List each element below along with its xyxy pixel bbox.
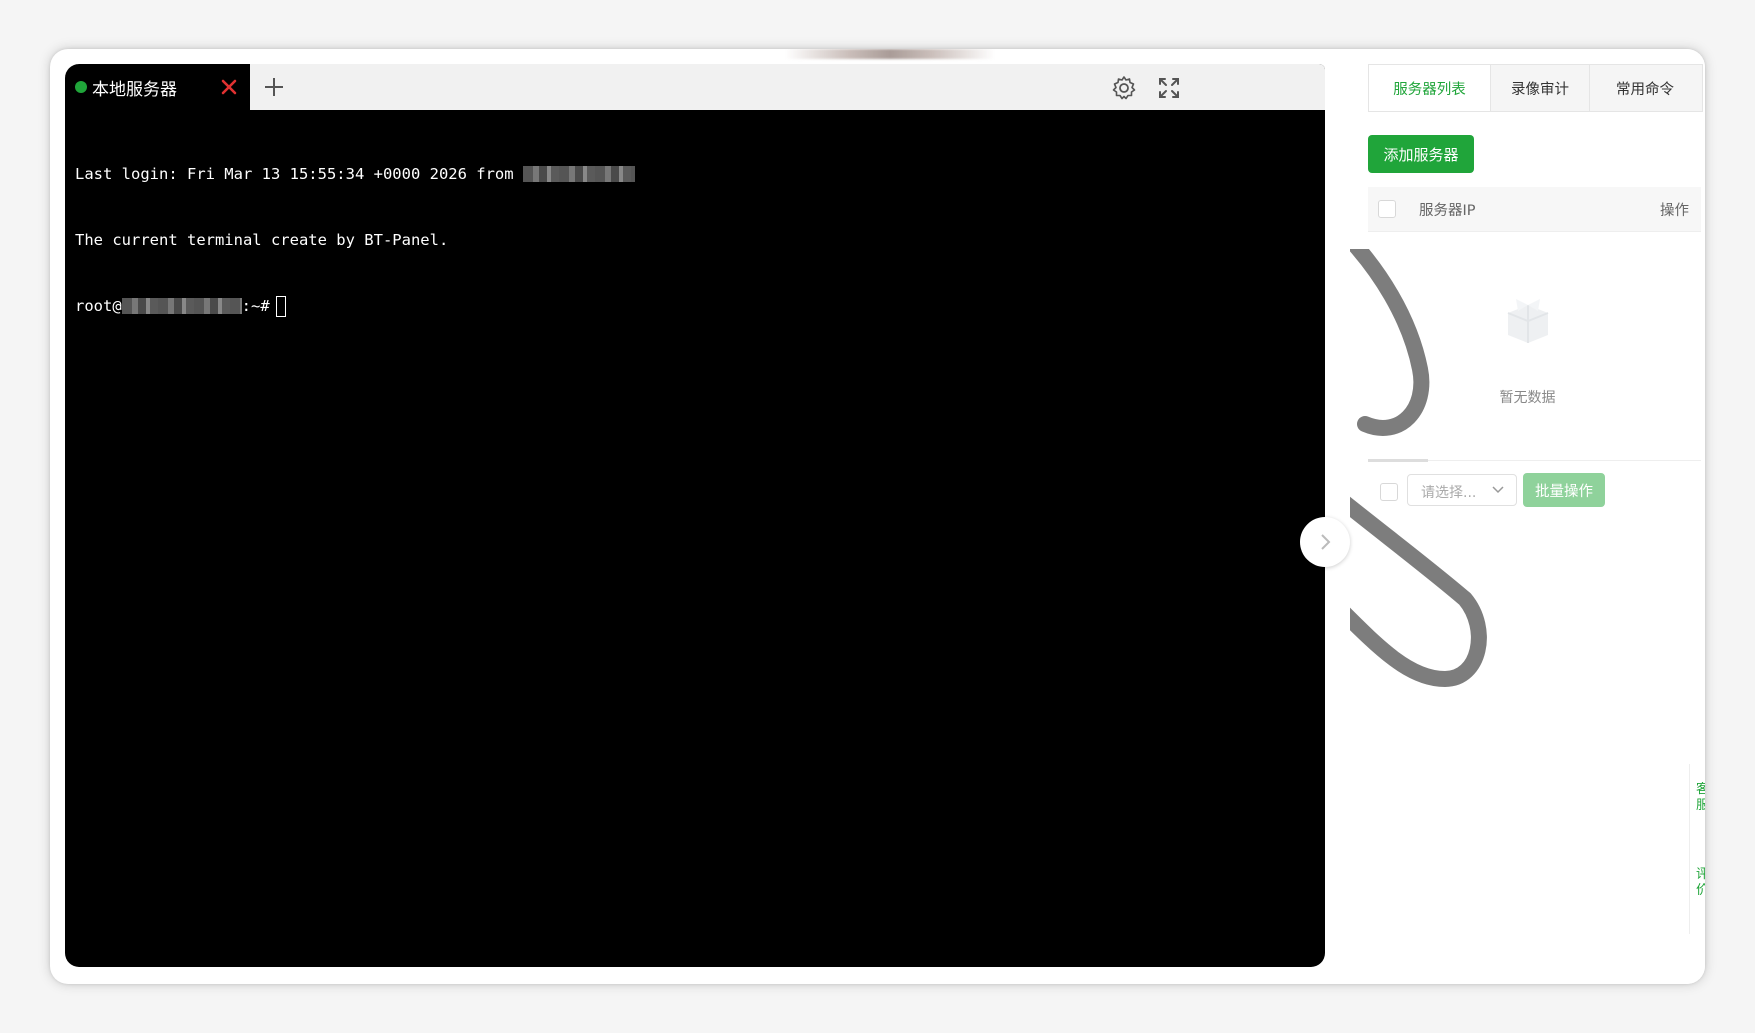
terminal-tab-bar: 本地服务器 <box>65 64 1325 110</box>
background-blur <box>785 49 995 59</box>
tab-server-list[interactable]: 服务器列表 <box>1369 65 1491 111</box>
column-header-ip: 服务器IP <box>1419 203 1476 219</box>
tab-label: 本地服务器 <box>92 79 177 100</box>
right-panel-tabs: 服务器列表 录像审计 常用命令 <box>1368 64 1703 112</box>
redacted-hostname <box>121 298 242 314</box>
prompt-suffix: :~# <box>241 297 270 315</box>
side-widget: 客服 评价 <box>1689 764 1705 934</box>
column-header-action: 操作 <box>1660 203 1689 219</box>
fullscreen-icon[interactable] <box>1155 74 1183 102</box>
batch-select-checkbox[interactable] <box>1380 483 1398 501</box>
terminal-prompt-line: root@ :~# <box>75 295 1315 317</box>
terminal-line: Last login: Fri Mar 13 15:55:34 +0000 20… <box>75 163 1315 185</box>
terminal-line: The current terminal create by BT-Panel. <box>75 229 1315 251</box>
scrollbar[interactable] <box>1368 459 1428 462</box>
feedback-label: 评价 <box>1696 867 1705 898</box>
gear-icon[interactable] <box>1110 74 1138 102</box>
tab-common-commands[interactable]: 常用命令 <box>1590 65 1700 111</box>
collapse-panel-button[interactable] <box>1300 517 1350 567</box>
server-table-header: 服务器IP 操作 <box>1368 187 1701 232</box>
terminal-output[interactable]: Last login: Fri Mar 13 15:55:34 +0000 20… <box>75 119 1315 957</box>
terminal-text: The current terminal create by BT-Panel. <box>75 231 449 249</box>
plus-icon[interactable] <box>261 74 287 100</box>
chevron-right-icon <box>1321 534 1331 550</box>
close-icon[interactable] <box>218 76 240 98</box>
redacted-ip <box>522 166 635 182</box>
chevron-down-icon <box>1492 486 1504 494</box>
customer-service-label: 客服 <box>1696 782 1705 813</box>
prompt-user: root@ <box>75 297 122 315</box>
batch-operation-button[interactable]: 批量操作 <box>1523 473 1605 507</box>
app-window: 本地服务器 Last login: Fri Mar 13 15:55:34 +0… <box>50 49 1705 984</box>
empty-state-text: 暂无数据 <box>1499 390 1556 406</box>
select-all-checkbox[interactable] <box>1378 200 1396 218</box>
terminal-cursor <box>275 295 286 317</box>
add-server-button[interactable]: 添加服务器 <box>1368 135 1474 173</box>
status-dot-icon <box>75 81 87 93</box>
terminal-panel[interactable]: 本地服务器 Last login: Fri Mar 13 15:55:34 +0… <box>65 64 1325 967</box>
right-panel: 服务器列表 录像审计 常用命令 添加服务器 服务器IP 操作 暂无数据 请选择.… <box>1350 49 1705 984</box>
batch-action-select[interactable]: 请选择... <box>1407 474 1517 506</box>
feedback-link[interactable]: 评价 <box>1696 867 1705 927</box>
customer-service-link[interactable]: 客服 <box>1696 782 1705 842</box>
select-placeholder: 请选择... <box>1421 485 1477 501</box>
terminal-tab-local[interactable]: 本地服务器 <box>65 64 250 110</box>
empty-box-icon <box>1507 299 1549 343</box>
terminal-text: Last login: Fri Mar 13 15:55:34 +0000 20… <box>75 165 523 183</box>
tab-recording-audit[interactable]: 录像审计 <box>1491 65 1590 111</box>
